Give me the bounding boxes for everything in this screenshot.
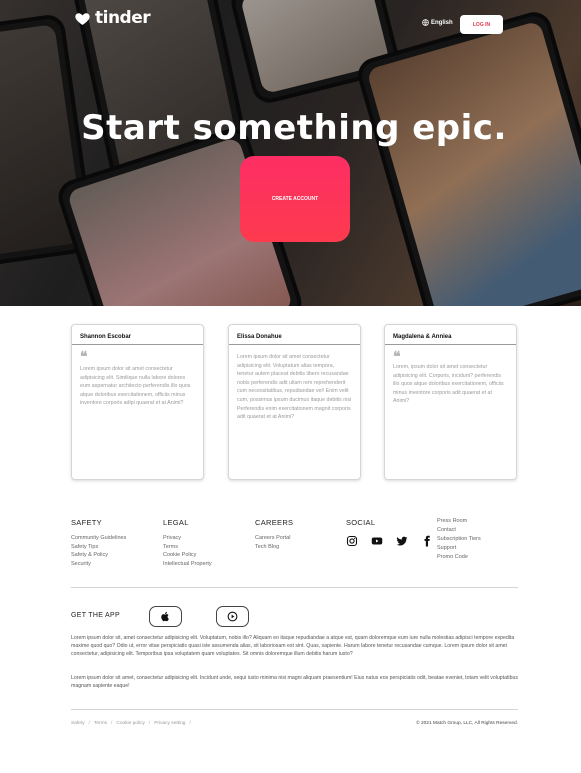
testimonial-name: Magdalena & Anniea xyxy=(393,334,452,340)
instagram-icon[interactable] xyxy=(346,535,358,547)
card-divider xyxy=(385,344,516,345)
footer-link[interactable]: Subscription Tiers xyxy=(437,535,481,544)
testimonial-text: Lorem ipsum dolor sit amet consectetur a… xyxy=(237,354,352,421)
legal-paragraph: Lorem ipsum dolor sit amet, consectetur … xyxy=(71,675,518,689)
footer-link[interactable]: Contact xyxy=(437,526,481,535)
footer-link[interactable]: Cookie Policy xyxy=(163,551,212,560)
bottom-link[interactable]: Cookie policy xyxy=(116,721,145,726)
brand-name: tinder xyxy=(95,8,151,28)
footer-link[interactable]: Intellectual Property xyxy=(163,560,212,569)
footer-link[interactable]: Safety Tips xyxy=(71,543,126,552)
language-selector[interactable]: English xyxy=(422,19,453,26)
apple-icon xyxy=(161,611,169,622)
footer-heading-legal: LEGAL xyxy=(163,518,189,527)
testimonial-text: Lorem, ipsum dolor sit amet consectetur … xyxy=(393,364,504,405)
separator: / xyxy=(189,721,191,726)
get-app-label: GET THE APP xyxy=(71,612,120,619)
footer-extra-links: Press Room Contact Subscription Tiers Su… xyxy=(437,517,481,562)
separator: / xyxy=(88,721,90,726)
footer-heading-safety: SAFETY xyxy=(71,518,102,527)
social-icons xyxy=(346,535,433,547)
footer-link[interactable]: Support xyxy=(437,544,481,553)
legal-paragraph: Lorem ipsum dolor sit, amet consectetur … xyxy=(71,635,515,657)
testimonial-card: Elissa Donahue Lorem ipsum dolor sit ame… xyxy=(228,324,361,480)
footer-divider xyxy=(71,587,518,588)
card-divider xyxy=(229,344,360,345)
testimonial-name: Elissa Donahue xyxy=(237,334,282,340)
quote-icon: ❝ xyxy=(80,349,88,365)
footer-heading-social: SOCIAL xyxy=(346,518,376,527)
footer-list-careers: Careers Portal Tech Blog xyxy=(255,534,290,551)
footer-link[interactable]: Community Guidelines xyxy=(71,534,126,543)
language-label: English xyxy=(431,19,453,26)
create-account-button[interactable]: CREATE ACCOUNT xyxy=(240,156,350,242)
testimonial-text: Lorem ipsum dolor sit amet consectetur a… xyxy=(80,366,191,407)
bottom-link[interactable]: Privacy setting xyxy=(154,721,185,726)
footer-heading-careers: CAREERS xyxy=(255,518,294,527)
quote-icon: ❝ xyxy=(393,349,401,365)
brand-logo[interactable]: tinder xyxy=(74,8,151,28)
bottom-links: Safety / Terms / Cookie policy / Privacy se… xyxy=(71,721,191,726)
google-play-button[interactable] xyxy=(216,606,249,627)
bottom-link[interactable]: Terms xyxy=(94,721,107,726)
hero-overlay xyxy=(0,0,581,306)
youtube-icon[interactable] xyxy=(371,535,383,547)
footer-link[interactable]: Terms xyxy=(163,543,212,552)
footer-link[interactable]: Careers Portal xyxy=(255,534,290,543)
testimonial-card: Magdalena & Anniea ❝ Lorem, ipsum dolor … xyxy=(384,324,517,480)
heart-icon xyxy=(75,12,90,25)
google-play-icon xyxy=(227,611,238,622)
twitter-icon[interactable] xyxy=(396,535,408,547)
testimonial-name: Shannon Escobar xyxy=(80,334,132,340)
hero-title: Start something epic. xyxy=(81,108,507,148)
separator: / xyxy=(111,721,113,726)
copyright: © 2021 Match Group, LLC, All Rights Rese… xyxy=(416,721,518,726)
footer-link[interactable]: Tech Blog xyxy=(255,543,290,552)
footer-link[interactable]: Privacy xyxy=(163,534,212,543)
footer-divider xyxy=(71,709,518,710)
card-divider xyxy=(72,344,203,345)
testimonial-card: Shannon Escobar ❝ Lorem ipsum dolor sit … xyxy=(71,324,204,480)
footer-link[interactable]: Security xyxy=(71,560,126,569)
login-button[interactable]: LOG IN xyxy=(460,15,503,34)
footer-link[interactable]: Promo Code xyxy=(437,553,481,562)
bottom-link[interactable]: Safety xyxy=(71,721,85,726)
facebook-icon[interactable] xyxy=(421,535,433,547)
app-store-button[interactable] xyxy=(149,606,182,627)
footer-list-legal: Privacy Terms Cookie Policy Intellectual… xyxy=(163,534,212,569)
hero-section: tinder English LOG IN Start something ep… xyxy=(0,0,581,306)
separator: / xyxy=(148,721,151,726)
globe-icon xyxy=(422,19,429,26)
footer-link[interactable]: Safety & Policy xyxy=(71,551,126,560)
footer-list-safety: Community Guidelines Safety Tips Safety … xyxy=(71,534,126,569)
footer-link[interactable]: Press Room xyxy=(437,517,481,526)
